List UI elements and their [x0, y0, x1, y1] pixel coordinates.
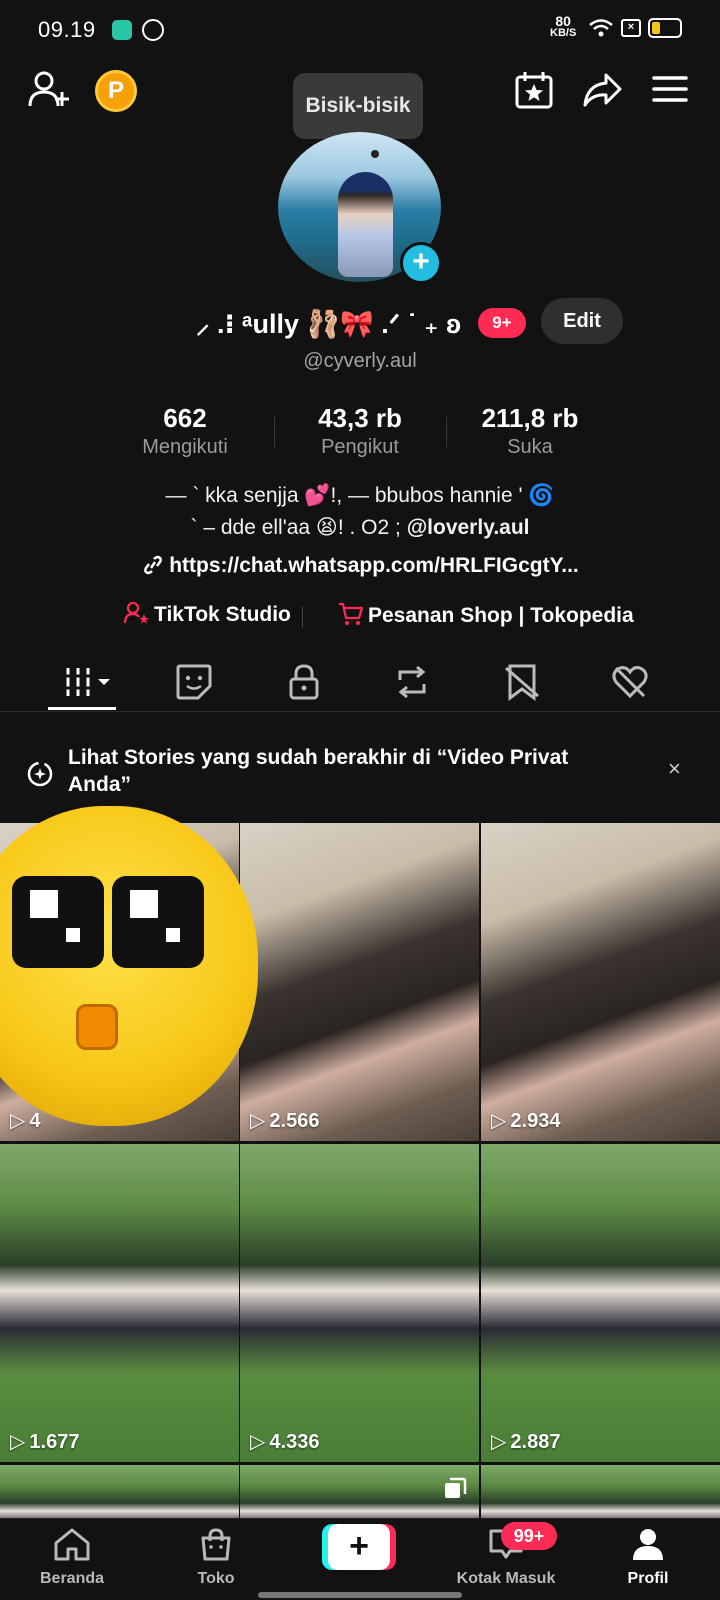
stories-banner-text: Lihat Stories yang sudah berakhir di “Vi… — [68, 746, 569, 796]
studio-icon — [123, 601, 149, 624]
view-count: 2.887 — [491, 1429, 560, 1454]
coin-icon[interactable]: P — [95, 70, 137, 112]
nav-home[interactable]: Beranda — [12, 1527, 132, 1588]
notification-app-icon — [112, 20, 132, 40]
clock: 09.19 — [38, 17, 96, 42]
whisper-tooltip[interactable]: Bisik-bisik — [293, 73, 423, 139]
video-thumbnail[interactable]: 2.887 — [481, 1144, 720, 1462]
sim-off-icon: × — [621, 19, 641, 37]
wifi-icon — [589, 19, 613, 37]
profile-tabs — [0, 640, 720, 712]
shop-orders-link[interactable]: Pesanan Shop | Tokopedia — [338, 602, 634, 628]
home-icon — [54, 1528, 90, 1561]
whatsapp-notification-icon — [142, 19, 164, 41]
repost-icon[interactable] — [392, 662, 432, 702]
view-count: 2.934 — [491, 1108, 560, 1133]
inbox-badge: 99+ — [501, 1522, 557, 1550]
link-icon — [144, 555, 163, 575]
home-indicator[interactable] — [258, 1592, 462, 1598]
nickname: ⸝ .⁝ ᵃully 🩰🎀 .ᐟ ˙ ₊ ʚ — [196, 309, 462, 339]
likes-stat[interactable]: 211,8 rb Suka — [455, 403, 605, 459]
add-friend-icon[interactable] — [28, 70, 70, 110]
liked-hidden-icon[interactable] — [610, 662, 650, 702]
profile-shortcuts: TikTok Studio Pesanan Shop | Tokopedia — [0, 600, 720, 632]
lock-icon[interactable] — [284, 662, 324, 702]
sticker-icon[interactable] — [174, 662, 214, 702]
video-thumbnail[interactable]: 2.934 — [481, 823, 720, 1141]
create-post-button[interactable]: + — [322, 1524, 396, 1570]
video-thumbnail[interactable]: 2.566 — [240, 823, 479, 1141]
status-bar: 09.19 80 KB/S × 7 — [0, 0, 720, 58]
share-icon[interactable] — [582, 72, 622, 108]
saved-hidden-icon[interactable] — [502, 662, 542, 702]
active-tab-indicator — [48, 707, 116, 710]
nav-profile[interactable]: Profil — [588, 1527, 708, 1588]
menu-icon[interactable] — [652, 74, 688, 104]
calendar-star-icon[interactable] — [514, 70, 554, 110]
shopping-cart-icon — [339, 602, 364, 625]
username: @cyverly.aul — [303, 350, 417, 372]
view-count: 4.336 — [250, 1429, 319, 1454]
video-thumbnail[interactable]: 1.677 — [0, 1144, 239, 1462]
emoji-sticker — [0, 806, 262, 1128]
following-stat[interactable]: 662 Mengikuti — [110, 403, 260, 459]
tiktok-studio-link[interactable]: TikTok Studio — [123, 601, 291, 627]
profile-stats: 662 Mengikuti 43,3 rb Pengikut 211,8 rb … — [0, 403, 720, 467]
bio-link[interactable]: https://chat.whatsapp.com/HRLFIGcgtY... — [0, 554, 720, 578]
video-thumbnail[interactable]: 4.336 — [240, 1144, 479, 1462]
bio-line-1: — ` kka senjja 💕!, — bbubos hannie ' 🌀 — [165, 484, 555, 507]
shopping-bag-icon — [201, 1528, 231, 1561]
battery-icon: 7 — [648, 18, 682, 38]
stories-icon — [27, 761, 53, 787]
close-banner-button[interactable]: × — [668, 756, 681, 782]
followers-stat[interactable]: 43,3 rb Pengikut — [285, 403, 435, 459]
add-story-button[interactable]: + — [400, 242, 442, 284]
stories-banner[interactable]: Lihat Stories yang sudah berakhir di “Vi… — [0, 718, 720, 804]
nav-shop[interactable]: Toko — [156, 1527, 276, 1588]
multi-photo-icon — [445, 1477, 467, 1498]
view-count: 1.677 — [10, 1429, 79, 1454]
edit-profile-button[interactable]: Edit — [541, 298, 623, 344]
network-speed: 80 KB/S — [550, 13, 577, 39]
bio-line-2: ` – dde ell'aa 😫! . O2 ; @loverly.aul — [190, 516, 530, 539]
profile-icon — [633, 1529, 663, 1560]
videos-grid-icon[interactable] — [64, 662, 114, 702]
bio-mention[interactable]: @loverly.aul — [407, 516, 530, 539]
notification-badge[interactable]: 9+ — [478, 308, 526, 338]
